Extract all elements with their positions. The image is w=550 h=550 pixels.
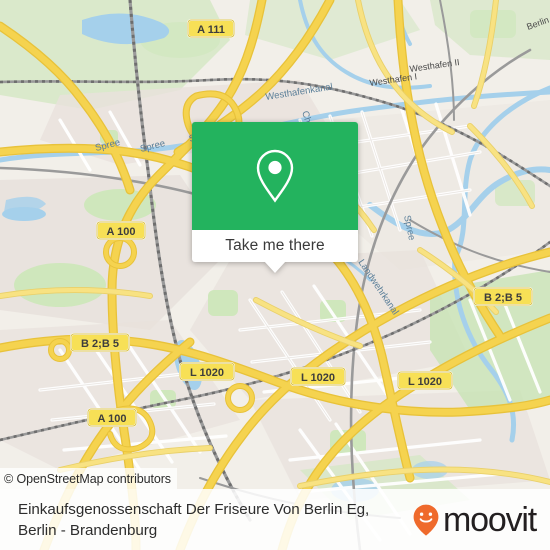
svg-text:B 2;B 5: B 2;B 5 — [484, 292, 522, 304]
take-me-there-label: Take me there — [225, 237, 325, 254]
popup-action-area[interactable]: Take me there — [192, 230, 358, 273]
map-shield-a100-upper: A 100 — [96, 221, 146, 240]
map-shield-a111: A 111 — [187, 19, 235, 38]
svg-text:L 1020: L 1020 — [408, 376, 442, 388]
svg-text:A 100: A 100 — [107, 226, 136, 238]
popup-pointer — [264, 261, 286, 273]
take-me-there-popup[interactable]: Take me there — [192, 122, 358, 273]
map-attribution[interactable]: © OpenStreetMap contributors — [0, 468, 177, 489]
map-shield-l1020-mid: L 1020 — [290, 367, 346, 386]
place-title-line1: Einkaufsgenossenschaft Der Friseure Von … — [18, 500, 370, 518]
svg-text:L 1020: L 1020 — [301, 372, 335, 384]
moovit-logo[interactable]: moovit — [413, 500, 537, 539]
footer-bar: Einkaufsgenossenschaft Der Friseure Von … — [0, 489, 550, 550]
svg-text:L 1020: L 1020 — [190, 367, 224, 379]
map-screenshot: .w { fill:#a5d0eb; } .wl { stroke:#a5d0e… — [0, 0, 550, 550]
map-shield-a100-lower: A 100 — [87, 408, 137, 427]
popup-image-area — [192, 122, 358, 230]
attribution-text: © OpenStreetMap contributors — [4, 471, 171, 486]
svg-text:A 111: A 111 — [197, 24, 225, 36]
place-title-line2: Berlin - Brandenburg — [18, 521, 158, 539]
map-shield-b2b5-left: B 2;B 5 — [70, 333, 130, 352]
place-title: Einkaufsgenossenschaft Der Friseure Von … — [18, 499, 369, 541]
svg-text:A 100: A 100 — [98, 413, 127, 425]
map-pin-icon — [256, 149, 294, 203]
moovit-wordmark: moovit — [443, 500, 537, 539]
svg-text:B 2;B 5: B 2;B 5 — [81, 338, 119, 350]
map-shield-l1020-left: L 1020 — [179, 362, 235, 381]
moovit-smiley-pin-icon — [413, 504, 439, 536]
map-shield-b2b5-right: B 2;B 5 — [473, 287, 533, 306]
map-shield-l1020-right: L 1020 — [397, 371, 453, 390]
